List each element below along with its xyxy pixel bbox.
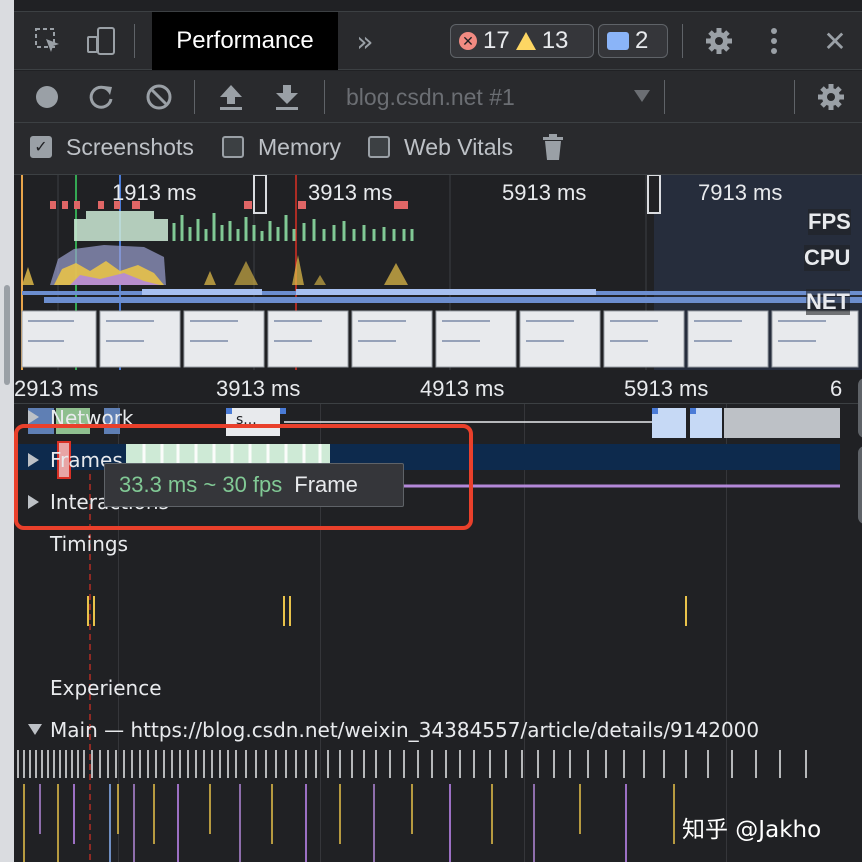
close-icon[interactable]: ✕	[820, 24, 850, 58]
left-page-strip	[0, 0, 14, 862]
upload-icon[interactable]	[216, 82, 246, 112]
fps-track-label: FPS	[808, 209, 851, 235]
timeline-overview[interactable]: 1913 ms 3913 ms 5913 ms 7913 ms FPS CPU …	[14, 175, 862, 370]
kebab-menu-icon-svg	[771, 28, 777, 54]
warning-icon	[515, 32, 536, 50]
memory-checkbox[interactable]	[222, 136, 244, 158]
more-tabs-icon[interactable]: »	[350, 24, 380, 58]
gear-icon[interactable]	[702, 24, 736, 58]
error-count: 17	[483, 27, 510, 54]
overview-time-label: 5913 ms	[502, 180, 587, 205]
memory-label: Memory	[258, 134, 342, 160]
device-toolbar-icon-svg	[87, 27, 115, 55]
web-vitals-label: Web Vitals	[404, 134, 514, 160]
page-scrollbar[interactable]	[4, 285, 10, 385]
tab-separator	[682, 24, 683, 58]
devtools-top-border	[14, 0, 862, 12]
inspect-element-icon-svg	[35, 28, 59, 52]
screenshots-checkbox[interactable]: ✓	[30, 136, 52, 158]
issues-counter[interactable]: ✕ 17 13	[450, 24, 594, 58]
chevron-down-icon-svg	[634, 90, 650, 102]
tab-separator	[134, 24, 135, 58]
error-icon: ✕	[459, 32, 477, 50]
toolbar-separator	[794, 80, 795, 114]
overview-time-label: 1913 ms	[112, 180, 197, 205]
message-count: 2	[635, 27, 649, 54]
reload-icon-svg	[89, 85, 113, 109]
gear-icon-svg	[818, 84, 844, 110]
overview-time-label: 7913 ms	[698, 180, 783, 205]
timings-track-label[interactable]: Timings	[50, 532, 128, 556]
overview-time-label: 3913 ms	[308, 180, 393, 205]
ruler-label: 2913 ms	[14, 376, 99, 401]
time-ruler: 2913 ms 3913 ms 4913 ms 5913 ms 6	[14, 372, 862, 404]
timeline-scrollbar[interactable]	[858, 446, 862, 524]
experience-track-label[interactable]: Experience	[50, 676, 162, 700]
chevron-down-icon[interactable]	[630, 84, 654, 108]
reload-icon[interactable]	[86, 82, 116, 112]
ruler-label: 6	[830, 376, 843, 401]
record-icon-svg	[36, 86, 58, 108]
warning-count: 13	[541, 27, 569, 54]
timeline-scrollbar[interactable]	[858, 378, 862, 438]
screenshots-label: Screenshots	[66, 134, 194, 160]
net-track-label: NET	[806, 289, 850, 315]
tab-performance[interactable]: Performance	[152, 12, 338, 70]
annotation-highlight-box	[14, 424, 473, 530]
watermark: 知乎 @Jakho	[682, 817, 822, 843]
profile-select-value: blog.csdn.net #1	[346, 83, 515, 110]
cpu-track-label: CPU	[804, 245, 851, 271]
ruler-label: 3913 ms	[216, 376, 301, 401]
toolbar-separator	[324, 80, 325, 114]
upload-icon-svg	[220, 85, 242, 110]
ruler-label: 5913 ms	[624, 376, 709, 401]
message-icon	[607, 32, 629, 50]
profile-select[interactable]: blog.csdn.net #1	[346, 80, 666, 114]
trash-icon[interactable]	[540, 132, 566, 162]
gear-icon[interactable]	[814, 80, 848, 114]
web-vitals-checkbox[interactable]	[368, 136, 390, 158]
toolbar-separator	[664, 80, 665, 114]
ruler-label: 4913 ms	[420, 376, 505, 401]
clear-icon[interactable]	[144, 82, 174, 112]
record-icon[interactable]	[32, 82, 62, 112]
trash-icon-svg	[543, 134, 563, 160]
kebab-menu-icon[interactable]	[762, 24, 786, 58]
toolbar-separator	[194, 80, 195, 114]
main-track-label[interactable]: Main — https://blog.csdn.net/weixin_3438…	[50, 718, 759, 742]
expand-network-icon[interactable]	[28, 410, 39, 424]
gear-icon-svg	[706, 28, 732, 54]
messages-counter[interactable]: 2	[598, 24, 668, 58]
clear-icon-svg	[146, 84, 172, 110]
collapse-main-icon[interactable]	[28, 724, 42, 735]
inspect-element-icon[interactable]	[32, 24, 64, 58]
download-icon[interactable]	[272, 82, 302, 112]
device-toolbar-icon[interactable]	[84, 24, 118, 58]
download-icon-svg	[276, 85, 298, 110]
